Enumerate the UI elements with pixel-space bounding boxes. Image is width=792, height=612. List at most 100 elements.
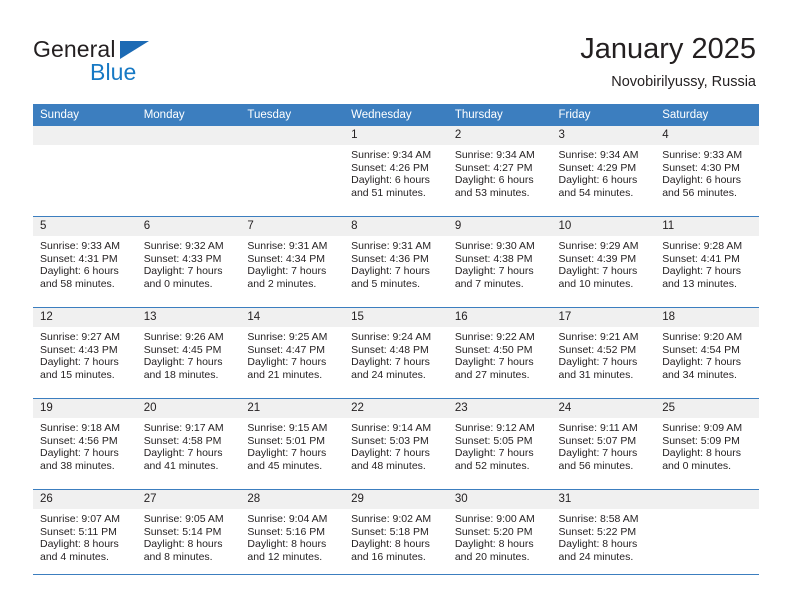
calendar-body: 1 Sunrise: 9:34 AM Sunset: 4:26 PM Daylight… (33, 126, 759, 580)
day-detail-line: and 45 minutes. (247, 459, 323, 472)
location-subtitle: Novobirilyussy, Russia (611, 74, 756, 90)
calendar-day-cell[interactable]: 18 Sunrise: 9:20 AM Sunset: 4:54 PM Dayligh… (655, 307, 759, 399)
calendar-day-cell[interactable]: 17 Sunrise: 9:21 AM Sunset: 4:52 PM Dayligh… (551, 307, 656, 399)
calendar-day-cell[interactable]: 31 Sunrise: 8:58 AM Sunset: 5:22 PM Dayligh… (551, 489, 656, 580)
day-detail-line: Sunset: 4:29 PM (558, 161, 637, 174)
calendar-day-cell[interactable]: 16 Sunrise: 9:22 AM Sunset: 4:50 PM Dayligh… (447, 307, 552, 399)
day-details (33, 145, 137, 149)
calendar-day-cell[interactable]: 24 Sunrise: 9:11 AM Sunset: 5:07 PM Dayligh… (551, 398, 656, 490)
calendar-day-cell[interactable]: 25 Sunrise: 9:09 AM Sunset: 5:09 PM Dayligh… (655, 398, 759, 490)
calendar-week-row: 5 Sunrise: 9:33 AM Sunset: 4:31 PM Daylight… (33, 216, 759, 308)
day-cell-inner: 3 Sunrise: 9:34 AM Sunset: 4:29 PM Daylight… (551, 126, 656, 216)
day-details: Sunrise: 9:29 AM Sunset: 4:39 PM Daylight:… (552, 236, 656, 290)
calendar-empty-cell (240, 126, 345, 217)
calendar-day-cell[interactable]: 12 Sunrise: 9:27 AM Sunset: 4:43 PM Dayligh… (33, 307, 137, 399)
calendar-day-cell[interactable]: 9 Sunrise: 9:30 AM Sunset: 4:38 PM Daylight… (447, 216, 552, 308)
day-detail-line: Sunrise: 9:12 AM (454, 422, 535, 434)
day-cell-inner: 4 Sunrise: 9:33 AM Sunset: 4:30 PM Daylight… (655, 126, 759, 216)
page-title: January 2025 (580, 33, 756, 65)
calendar-day-cell[interactable]: 2 Sunrise: 9:34 AM Sunset: 4:27 PM Daylight… (447, 126, 552, 217)
calendar-day-cell[interactable]: 27 Sunrise: 9:05 AM Sunset: 5:14 PM Dayligh… (136, 489, 241, 580)
day-detail-line: and 48 minutes. (351, 459, 426, 472)
day-number: 12 (33, 308, 137, 327)
day-detail-line: Sunrise: 9:14 AM (351, 422, 432, 434)
calendar-day-cell[interactable]: 15 Sunrise: 9:24 AM Sunset: 4:48 PM Dayligh… (344, 307, 448, 399)
day-detail-line: and 31 minutes. (558, 368, 634, 381)
day-details: Sunrise: 9:20 AM Sunset: 4:54 PM Daylight:… (655, 327, 759, 381)
day-details: Sunrise: 8:58 AM Sunset: 5:22 PM Daylight:… (552, 509, 656, 563)
day-detail-line: and 0 minutes. (662, 459, 732, 472)
day-details: Sunrise: 9:09 AM Sunset: 5:09 PM Daylight:… (655, 418, 759, 472)
day-number: 23 (447, 399, 552, 418)
day-cell-inner: 23 Sunrise: 9:12 AM Sunset: 5:05 PM Dayligh… (447, 399, 552, 489)
day-detail-line: Sunrise: 9:11 AM (558, 422, 638, 434)
day-details: Sunrise: 9:17 AM Sunset: 4:58 PM Daylight:… (137, 418, 241, 472)
calendar-day-cell[interactable]: 23 Sunrise: 9:12 AM Sunset: 5:05 PM Dayligh… (447, 398, 552, 490)
calendar-day-cell[interactable]: 11 Sunrise: 9:28 AM Sunset: 4:41 PM Dayligh… (655, 216, 759, 308)
calendar-day-cell[interactable]: 22 Sunrise: 9:14 AM Sunset: 5:03 PM Dayligh… (344, 398, 448, 490)
day-detail-line: Sunset: 5:11 PM (40, 525, 117, 538)
calendar-day-cell[interactable]: 28 Sunrise: 9:04 AM Sunset: 5:16 PM Dayligh… (240, 489, 345, 580)
day-details: Sunrise: 9:33 AM Sunset: 4:31 PM Daylight:… (33, 236, 137, 290)
day-detail-line: Sunset: 5:14 PM (143, 525, 222, 538)
day-details: Sunrise: 9:33 AM Sunset: 4:30 PM Daylight:… (655, 145, 759, 199)
day-details: Sunrise: 9:21 AM Sunset: 4:52 PM Daylight:… (552, 327, 656, 381)
day-detail-line: Sunset: 5:09 PM (662, 434, 740, 447)
day-cell-inner: 21 Sunrise: 9:15 AM Sunset: 5:01 PM Dayligh… (240, 399, 345, 489)
calendar-week-row: 19 Sunrise: 9:18 AM Sunset: 4:56 PM Dayligh… (33, 398, 759, 490)
calendar-day-cell[interactable]: 8 Sunrise: 9:31 AM Sunset: 4:36 PM Daylight… (344, 216, 448, 308)
day-detail-line: Sunset: 4:58 PM (143, 434, 222, 447)
day-details: Sunrise: 9:27 AM Sunset: 4:43 PM Daylight:… (33, 327, 137, 381)
day-details: Sunrise: 9:02 AM Sunset: 5:18 PM Daylight:… (344, 509, 448, 563)
day-detail-line: Daylight: 7 hours (558, 356, 638, 369)
calendar-day-cell[interactable]: 3 Sunrise: 9:34 AM Sunset: 4:29 PM Daylight… (551, 126, 656, 217)
logo-text-blue: Blue (90, 59, 137, 85)
day-details: Sunrise: 9:04 AM Sunset: 5:16 PM Daylight:… (240, 509, 344, 563)
day-number: 6 (136, 217, 241, 236)
general-blue-logo[interactable]: General Blue (33, 36, 253, 85)
day-detail-line: Sunrise: 9:27 AM (40, 331, 120, 343)
day-cell-inner: 12 Sunrise: 9:27 AM Sunset: 4:43 PM Dayligh… (33, 308, 137, 398)
day-number: 13 (136, 308, 241, 327)
day-detail-line: Daylight: 7 hours (351, 447, 430, 460)
day-detail-line: Daylight: 8 hours (143, 538, 223, 551)
day-detail-line: Sunset: 4:48 PM (351, 343, 429, 356)
day-detail-line: Sunset: 4:41 PM (662, 252, 740, 265)
calendar-day-cell[interactable]: 6 Sunrise: 9:32 AM Sunset: 4:33 PM Daylight… (136, 216, 241, 308)
calendar-day-cell[interactable]: 7 Sunrise: 9:31 AM Sunset: 4:34 PM Daylight… (240, 216, 345, 308)
day-detail-line: Sunrise: 9:22 AM (454, 331, 535, 343)
day-detail-line: Sunset: 5:18 PM (351, 525, 429, 538)
calendar-day-cell[interactable]: 14 Sunrise: 9:25 AM Sunset: 4:47 PM Dayligh… (240, 307, 345, 399)
calendar-day-cell[interactable]: 26 Sunrise: 9:07 AM Sunset: 5:11 PM Dayligh… (33, 489, 137, 580)
day-detail-line: Sunrise: 9:21 AM (558, 331, 639, 343)
calendar-day-cell[interactable]: 5 Sunrise: 9:33 AM Sunset: 4:31 PM Daylight… (33, 216, 137, 308)
day-detail-line: Sunrise: 9:30 AM (454, 240, 535, 252)
day-cell-inner (655, 490, 759, 580)
calendar-day-cell[interactable]: 30 Sunrise: 9:00 AM Sunset: 5:20 PM Dayligh… (447, 489, 552, 580)
day-cell-inner: 6 Sunrise: 9:32 AM Sunset: 4:33 PM Daylight… (136, 217, 241, 307)
day-detail-line: Sunset: 4:39 PM (558, 252, 637, 265)
day-detail-line: Sunrise: 9:24 AM (351, 331, 432, 343)
day-detail-line: Sunset: 5:16 PM (247, 525, 326, 538)
calendar-day-cell[interactable]: 19 Sunrise: 9:18 AM Sunset: 4:56 PM Dayligh… (33, 398, 137, 490)
day-detail-line: Sunrise: 9:07 AM (40, 513, 120, 525)
calendar-day-cell[interactable]: 21 Sunrise: 9:15 AM Sunset: 5:01 PM Dayligh… (240, 398, 345, 490)
calendar-day-cell[interactable]: 4 Sunrise: 9:33 AM Sunset: 4:30 PM Daylight… (655, 126, 759, 217)
day-cell-inner: 27 Sunrise: 9:05 AM Sunset: 5:14 PM Dayligh… (136, 490, 241, 580)
day-cell-inner: 8 Sunrise: 9:31 AM Sunset: 4:36 PM Daylight… (344, 217, 448, 307)
day-details: Sunrise: 9:34 AM Sunset: 4:26 PM Daylight:… (344, 145, 448, 199)
day-detail-line: and 54 minutes. (558, 186, 634, 199)
calendar-day-cell[interactable]: 10 Sunrise: 9:29 AM Sunset: 4:39 PM Dayligh… (551, 216, 656, 308)
day-cell-inner: 10 Sunrise: 9:29 AM Sunset: 4:39 PM Dayligh… (551, 217, 656, 307)
day-cell-inner: 29 Sunrise: 9:02 AM Sunset: 5:18 PM Dayligh… (344, 490, 448, 580)
day-cell-inner: 17 Sunrise: 9:21 AM Sunset: 4:52 PM Dayligh… (551, 308, 656, 398)
day-detail-line: Daylight: 7 hours (662, 356, 742, 369)
day-detail-line: Daylight: 7 hours (40, 447, 119, 460)
day-cell-inner: 11 Sunrise: 9:28 AM Sunset: 4:41 PM Dayligh… (655, 217, 759, 307)
calendar-day-cell[interactable]: 29 Sunrise: 9:02 AM Sunset: 5:18 PM Dayligh… (344, 489, 448, 580)
day-detail-line: and 5 minutes. (351, 277, 420, 290)
calendar-day-cell[interactable]: 20 Sunrise: 9:17 AM Sunset: 4:58 PM Dayligh… (136, 398, 241, 490)
day-detail-line: and 56 minutes. (558, 459, 634, 472)
calendar-day-cell[interactable]: 1 Sunrise: 9:34 AM Sunset: 4:26 PM Daylight… (344, 126, 448, 217)
calendar-day-cell[interactable]: 13 Sunrise: 9:26 AM Sunset: 4:45 PM Dayligh… (136, 307, 241, 399)
